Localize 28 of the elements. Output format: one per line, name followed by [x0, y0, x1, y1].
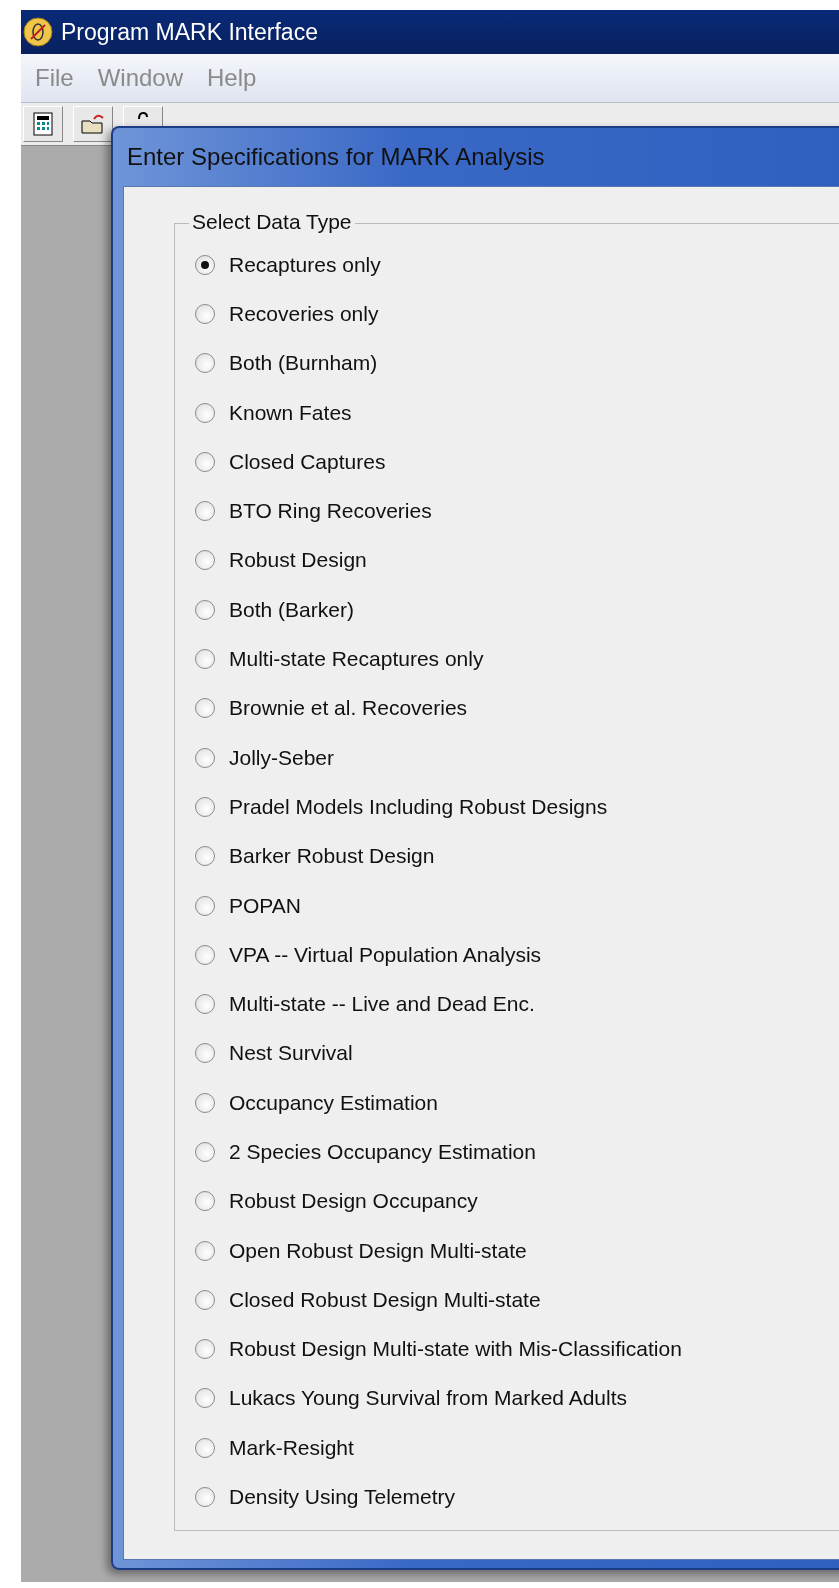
option-label[interactable]: Recoveries only [229, 301, 379, 326]
option-label[interactable]: Robust Design Multi-state with Mis-Classification [229, 1337, 682, 1362]
option-label[interactable]: Density Using Telemetry [229, 1485, 456, 1510]
option-label[interactable]: BTO Ring Recoveries [229, 499, 432, 524]
option-label[interactable]: Multi-state -- Live and Dead Enc. [229, 992, 535, 1017]
option-label[interactable]: Nest Survival [229, 1041, 353, 1066]
option-label[interactable]: Occupancy Estimation [229, 1090, 438, 1115]
option-label[interactable]: Closed Robust Design Multi-state [229, 1287, 541, 1312]
option-label[interactable]: 2 Species Occupancy Estimation [229, 1140, 536, 1164]
option-label[interactable]: Recaptures only [229, 252, 381, 277]
dialog-title: Enter Specifications for MARK Analysis [126, 142, 546, 172]
option-label[interactable]: Closed Captures [229, 449, 386, 474]
option-label[interactable]: POPAN [229, 893, 301, 918]
option-label[interactable]: Both (Barker) [229, 597, 354, 622]
option-label[interactable]: Both (Burnham) [229, 351, 378, 376]
option-label[interactable]: Known Fates [229, 400, 352, 425]
option-label[interactable]: VPA -- Virtual Population Analysis [229, 942, 542, 967]
window-title: Program MARK Interface [61, 18, 318, 46]
option-label[interactable]: Barker Robust Design [229, 844, 435, 869]
option-label[interactable]: Robust Design [229, 548, 367, 573]
option-label[interactable]: Open Robust Design Multi-state [229, 1238, 527, 1263]
option-label[interactable]: Robust Design Occupancy [229, 1189, 478, 1214]
option-label[interactable]: Pradel Models Including Robust Designs [229, 794, 608, 819]
option-label[interactable]: Brownie et al. Recoveries [229, 696, 468, 721]
option-label[interactable]: Jolly-Seber [229, 745, 335, 770]
option-label[interactable]: Lukacs Young Survival from Marked Adults [229, 1386, 628, 1411]
option-label[interactable]: Mark-Resight [229, 1435, 354, 1460]
option-label[interactable]: Multi-state Recaptures only [229, 647, 484, 671]
